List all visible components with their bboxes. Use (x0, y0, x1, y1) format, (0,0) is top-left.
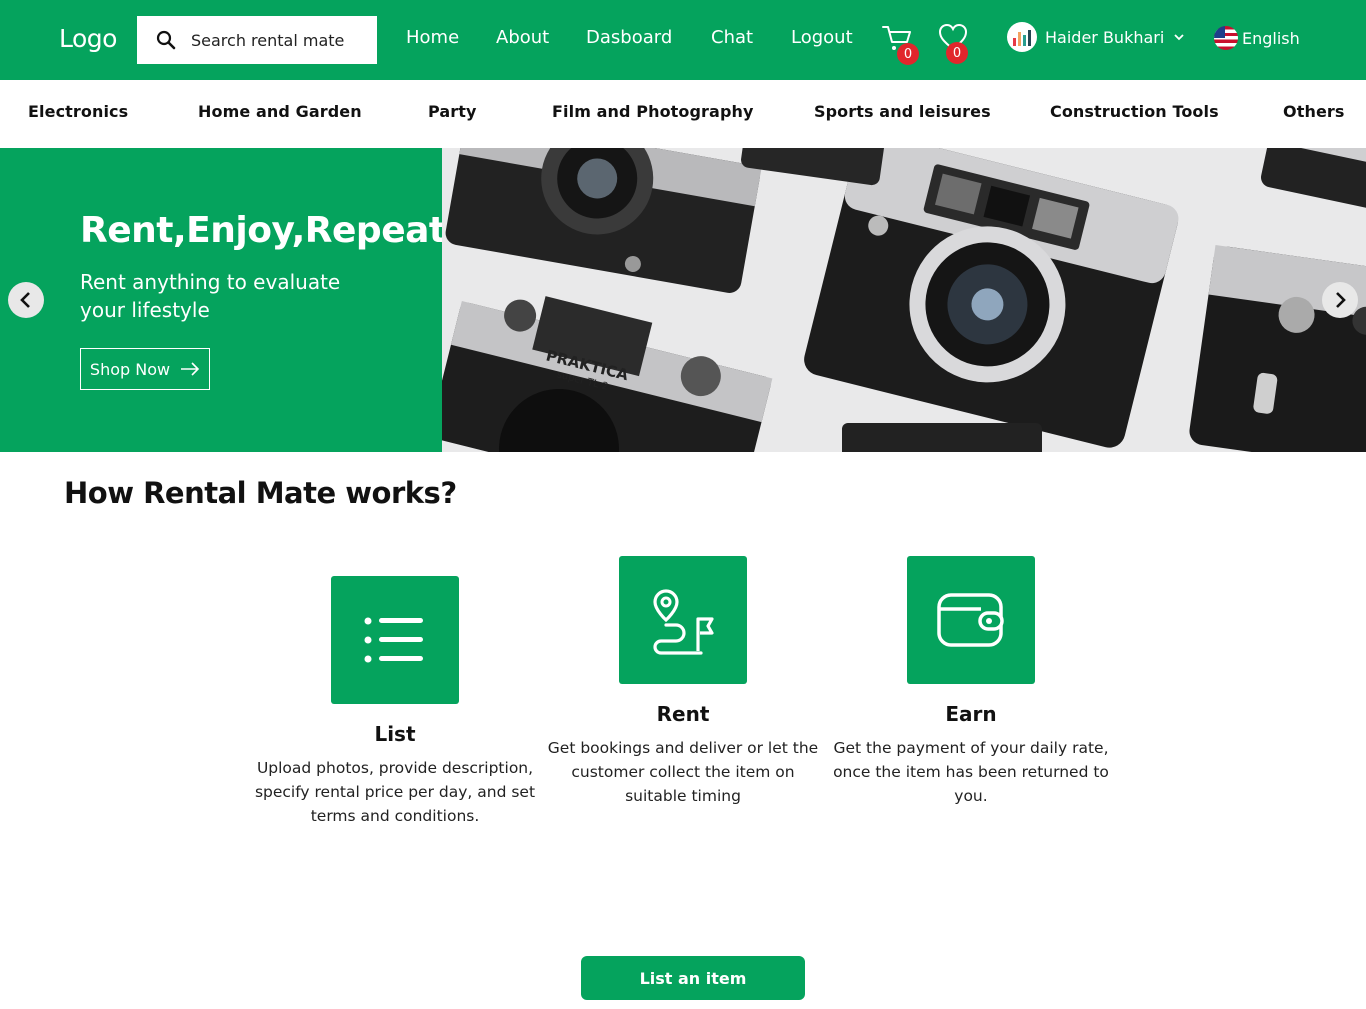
wallet-icon (937, 593, 1004, 647)
carousel-prev-button[interactable] (8, 282, 44, 318)
us-flag-icon (1214, 26, 1238, 50)
carousel-next-button[interactable] (1322, 282, 1358, 318)
category-others[interactable]: Others (1283, 102, 1345, 121)
search-box[interactable] (137, 16, 377, 64)
step-earn-description: Get the payment of your daily rate, once… (833, 739, 1109, 805)
step-list-title: List (374, 722, 416, 746)
category-bar: Electronics Home and Garden Party Film a… (0, 80, 1366, 148)
search-icon (155, 29, 177, 51)
hero-banner: Rent,Enjoy,Repeat! Rent anything to eval… (0, 148, 1366, 452)
language-selector[interactable]: English (1214, 26, 1300, 50)
hero-title: Rent,Enjoy,Repeat! (80, 210, 462, 251)
category-electronics[interactable]: Electronics (28, 102, 128, 121)
logo[interactable]: Logo (59, 24, 117, 53)
hero-cameras-image: PRAKTICA super TL 2 (442, 148, 1366, 452)
step-earn-icon-box (907, 556, 1035, 684)
hero-text-panel: Rent,Enjoy,Repeat! Rent anything to eval… (0, 148, 462, 452)
avatar (1007, 22, 1037, 52)
wishlist-count-badge: 0 (946, 42, 968, 64)
category-home-garden[interactable]: Home and Garden (198, 102, 362, 121)
user-name: Haider Bukhari (1045, 27, 1165, 47)
step-earn-title: Earn (945, 702, 997, 726)
nav-logout[interactable]: Logout (791, 27, 853, 48)
nav-about[interactable]: About (496, 27, 549, 48)
step-rent-description: Get bookings and deliver or let the cust… (547, 739, 819, 805)
user-menu[interactable]: Haider Bukhari (1007, 22, 1184, 52)
search-input[interactable] (191, 30, 361, 50)
category-sports-leisures[interactable]: Sports and leisures (814, 102, 991, 121)
shop-now-label: Shop Now (89, 359, 171, 379)
nav-home[interactable]: Home (406, 27, 459, 48)
step-list-icon-box (331, 576, 459, 704)
shop-now-button[interactable]: Shop Now (80, 348, 210, 390)
arrow-right-icon (181, 362, 200, 376)
chevron-right-icon (1336, 292, 1346, 308)
nav-dashboard[interactable]: Dasboard (586, 27, 672, 48)
step-rent-icon-box (619, 556, 747, 684)
language-label: English (1242, 28, 1300, 48)
list-an-item-button[interactable]: List an item (581, 956, 805, 1000)
chevron-left-icon (20, 292, 30, 308)
cart-count-badge: 0 (897, 43, 919, 65)
nav-chat[interactable]: Chat (711, 27, 753, 48)
section-title: How Rental Mate works? (64, 476, 457, 510)
list-icon (364, 617, 423, 663)
hero-subtitle: Rent anything to evaluate your lifestyle (80, 270, 341, 322)
step-list-description: Upload photos, provide description, spec… (254, 759, 536, 825)
top-navbar: Logo Home About Dasboard Chat Logout 0 0… (0, 0, 1366, 80)
step-rent-title: Rent (656, 702, 710, 726)
chevron-down-icon (1174, 34, 1184, 41)
cart-button[interactable]: 0 (881, 22, 919, 65)
category-construction-tools[interactable]: Construction Tools (1050, 102, 1219, 121)
category-party[interactable]: Party (428, 102, 477, 121)
wishlist-button[interactable]: 0 (937, 22, 971, 64)
route-icon (653, 589, 714, 655)
category-film-photography[interactable]: Film and Photography (552, 102, 754, 121)
